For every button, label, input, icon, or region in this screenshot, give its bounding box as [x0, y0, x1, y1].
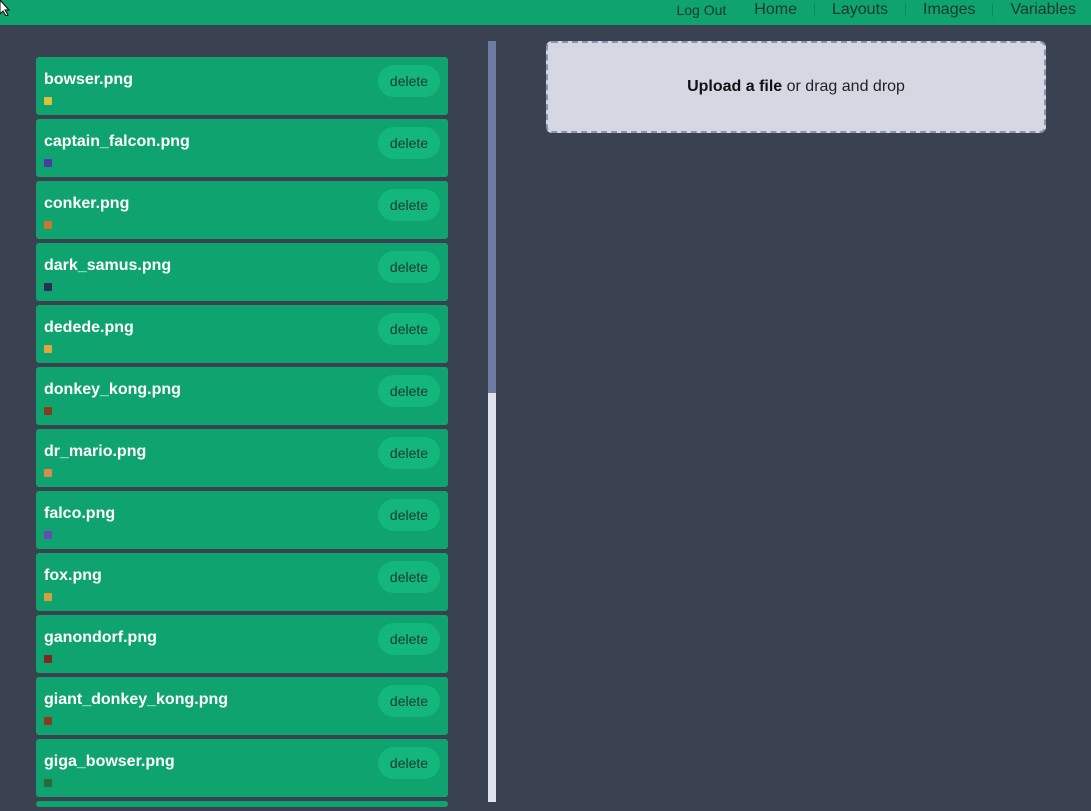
delete-button[interactable]: delete	[378, 127, 440, 159]
upload-dropzone[interactable]: Upload a file or drag and drop	[546, 41, 1046, 133]
image-filename: fox.png	[44, 567, 102, 584]
image-thumbnail	[44, 779, 52, 787]
image-thumbnail	[44, 655, 52, 663]
image-filename: captain_falcon.png	[44, 133, 190, 150]
nav-divider	[992, 3, 994, 17]
list-scrollbar-thumb[interactable]	[488, 41, 496, 393]
thumbnail-sprite	[44, 531, 52, 539]
image-thumbnail	[44, 159, 52, 167]
image-list-item: falco.png delete	[36, 491, 448, 549]
thumbnail-sprite	[44, 593, 52, 601]
image-thumbnail	[44, 469, 52, 477]
image-thumbnail	[44, 97, 52, 105]
image-filename: falco.png	[44, 505, 116, 522]
image-list-item: fox.png delete	[36, 553, 448, 611]
delete-button[interactable]: delete	[378, 251, 440, 283]
image-thumbnail	[44, 345, 52, 353]
delete-button[interactable]: delete	[378, 65, 440, 97]
image-thumbnail	[44, 531, 52, 539]
image-thumbnail	[44, 717, 52, 725]
delete-button[interactable]: delete	[378, 313, 440, 345]
upload-hint-text: or drag and drop	[782, 78, 905, 95]
delete-button[interactable]: delete	[378, 499, 440, 531]
image-thumbnail	[44, 407, 52, 415]
image-list-item: captain_falcon.png delete	[36, 119, 448, 177]
top-nav-bar: Log Out Home Layouts Images Variables	[0, 0, 1091, 25]
image-list-item: bowser.png delete	[36, 57, 448, 115]
thumbnail-sprite	[44, 655, 52, 663]
image-filename: giant_donkey_kong.png	[44, 691, 229, 708]
delete-button[interactable]: delete	[378, 375, 440, 407]
nav-home-link[interactable]: Home	[754, 1, 797, 19]
thumbnail-sprite	[44, 469, 52, 477]
thumbnail-sprite	[44, 97, 52, 105]
delete-button[interactable]: delete	[378, 747, 440, 779]
image-list-item: giant_donkey_kong.png delete	[36, 677, 448, 735]
image-list-item: giga_bowser.png delete	[36, 739, 448, 797]
upload-file-link[interactable]: Upload a file	[687, 78, 782, 96]
image-list-item: conker.png delete	[36, 181, 448, 239]
image-thumbnail	[44, 221, 52, 229]
thumbnail-sprite	[44, 221, 52, 229]
image-filename: ganondorf.png	[44, 629, 157, 646]
delete-button[interactable]: delete	[378, 437, 440, 469]
image-list-item: dr_mario.png delete	[36, 429, 448, 487]
thumbnail-sprite	[44, 717, 52, 725]
nav-variables-link[interactable]: Variables	[1010, 1, 1076, 19]
logout-link[interactable]: Log Out	[676, 2, 726, 18]
image-filename: dr_mario.png	[44, 443, 147, 460]
thumbnail-sprite	[44, 345, 52, 353]
image-filename: bowser.png	[44, 71, 133, 88]
image-thumbnail	[44, 593, 52, 601]
image-list-item: dark_samus.png delete	[36, 243, 448, 301]
delete-button[interactable]: delete	[378, 623, 440, 655]
image-filename: donkey_kong.png	[44, 381, 181, 398]
image-filename: dedede.png	[44, 319, 134, 336]
image-filename: dark_samus.png	[44, 257, 172, 274]
nav-layouts-link[interactable]: Layouts	[832, 1, 888, 19]
nav-links: Log Out Home Layouts Images Variables	[676, 0, 1091, 20]
image-filename: conker.png	[44, 195, 130, 212]
image-filename: giga_bowser.png	[44, 753, 175, 770]
nav-divider	[905, 3, 907, 17]
nav-images-link[interactable]: Images	[923, 1, 975, 19]
delete-button[interactable]: delete	[378, 685, 440, 717]
mouse-cursor-icon	[0, 0, 10, 16]
image-list-item: ganondorf.png delete	[36, 615, 448, 673]
delete-button[interactable]: delete	[378, 561, 440, 593]
delete-button[interactable]: delete	[378, 189, 440, 221]
image-list: bowser.png delete captain_falcon.png del…	[36, 57, 448, 811]
image-thumbnail	[44, 283, 52, 291]
thumbnail-sprite	[44, 779, 52, 787]
thumbnail-sprite	[44, 159, 52, 167]
thumbnail-sprite	[44, 283, 52, 291]
image-list-item: dedede.png delete	[36, 305, 448, 363]
thumbnail-sprite	[44, 407, 52, 415]
nav-divider	[813, 3, 815, 17]
image-list-item: donkey_kong.png delete	[36, 367, 448, 425]
